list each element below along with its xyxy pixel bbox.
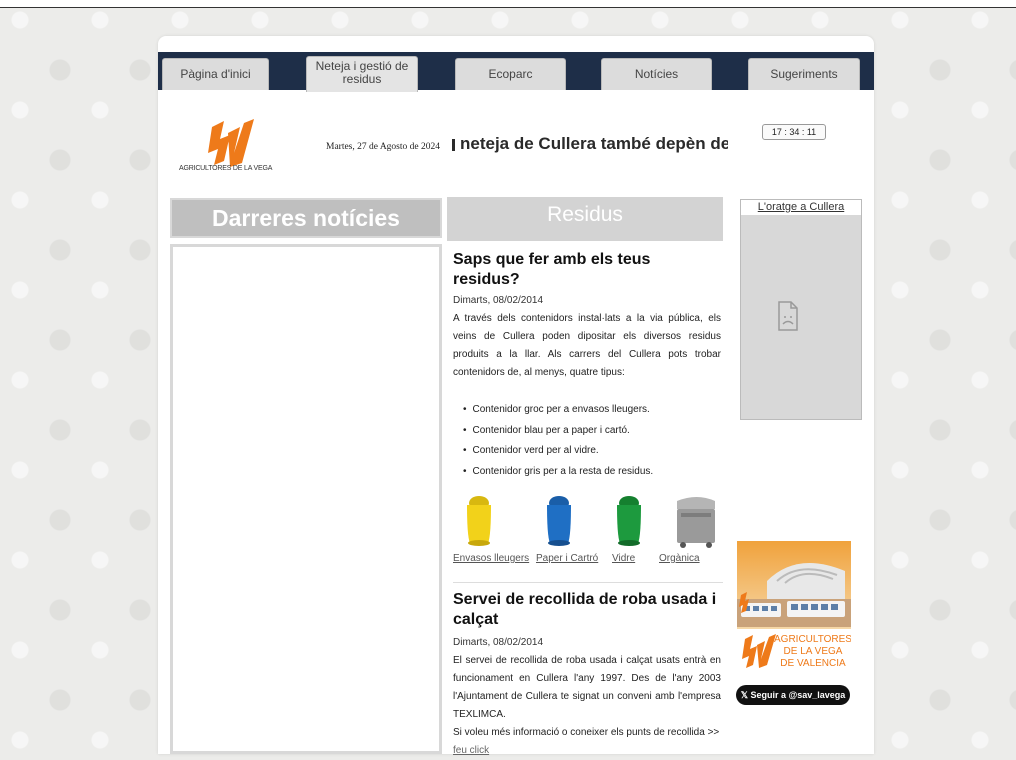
news-ticker: neteja de Cullera també depèn de	[452, 134, 728, 154]
weather-widget: L'oratge a Cullera	[740, 199, 862, 420]
article-title: Servei de recollida de roba usada i calç…	[453, 591, 717, 628]
article-date: Dimarts, 08/02/2014	[453, 295, 544, 306]
top-border	[0, 0, 1016, 8]
latest-news-heading: Darreres notícies	[170, 198, 442, 238]
tab-home[interactable]: Pàgina d'inici	[162, 58, 269, 90]
news-ticker-text: neteja de Cullera també depèn de	[460, 134, 728, 153]
logo-text: AGRICULTORES DE LA VEGA	[179, 165, 273, 172]
bin-link-organica[interactable]: Orgànica	[659, 553, 700, 564]
twitter-follow-button[interactable]: 𝕏 Seguir a @sav_lavega	[736, 685, 850, 705]
article-body: El servei de recollida de roba usada i c…	[453, 655, 721, 720]
tab-waste[interactable]: Neteja i gestió de residus	[306, 56, 418, 92]
divider	[453, 582, 723, 583]
green-bin-icon	[617, 496, 641, 546]
list-item: Contenidor groc per a envasos lleugers.	[463, 400, 721, 421]
latest-news-panel	[170, 244, 442, 754]
clock: 17 : 34 : 11	[762, 124, 826, 140]
article-waste: Saps que fer amb els teus residus? Dimar…	[453, 250, 721, 482]
yellow-bin-icon	[467, 496, 491, 546]
ad-text-line: AGRICULTORES	[774, 634, 851, 645]
container-list: Contenidor groc per a envasos lleugers. …	[453, 400, 721, 482]
broken-image-icon	[778, 301, 798, 331]
current-date: Martes, 27 de Agosto de 2024	[326, 142, 440, 152]
list-item: Contenidor blau per a paper i cartó.	[463, 421, 721, 442]
tab-news[interactable]: Notícies	[601, 58, 712, 90]
article-date: Dimarts, 08/02/2014	[453, 637, 544, 648]
bin-link-paper[interactable]: Paper i Cartró	[536, 553, 598, 564]
tab-suggestions[interactable]: Sugeriments	[748, 58, 860, 90]
more-info-text: Si voleu més informació o coneixer els p…	[453, 727, 720, 738]
blue-bin-icon	[547, 496, 571, 546]
article-title: Saps que fer amb els teus residus?	[453, 251, 651, 288]
ad-text-line: DE VALENCIA	[780, 658, 846, 669]
weather-link[interactable]: L'oratge a Cullera	[741, 200, 861, 215]
tab-ecoparc[interactable]: Ecoparc	[455, 58, 566, 90]
ad-text-line: DE LA VEGA	[784, 646, 843, 657]
bin-link-vidre[interactable]: Vidre	[612, 553, 635, 564]
article-body: A través dels contenidors instal·lats a …	[453, 313, 721, 378]
list-item: Contenidor verd per al vidre.	[463, 441, 721, 462]
grey-bin-icon	[677, 497, 715, 548]
list-item: Contenidor gris per a la resta de residu…	[463, 462, 721, 483]
bins-images	[467, 496, 715, 548]
article-clothes: Servei de recollida de roba usada i calç…	[453, 590, 721, 760]
waste-heading: Residus	[447, 197, 723, 241]
sponsor-ad[interactable]: AGRICULTORES DE LA VEGA DE VALENCIA	[737, 541, 851, 671]
bin-link-envasos[interactable]: Envasos lleugers	[453, 553, 529, 564]
click-here-link[interactable]: feu click	[453, 742, 721, 760]
